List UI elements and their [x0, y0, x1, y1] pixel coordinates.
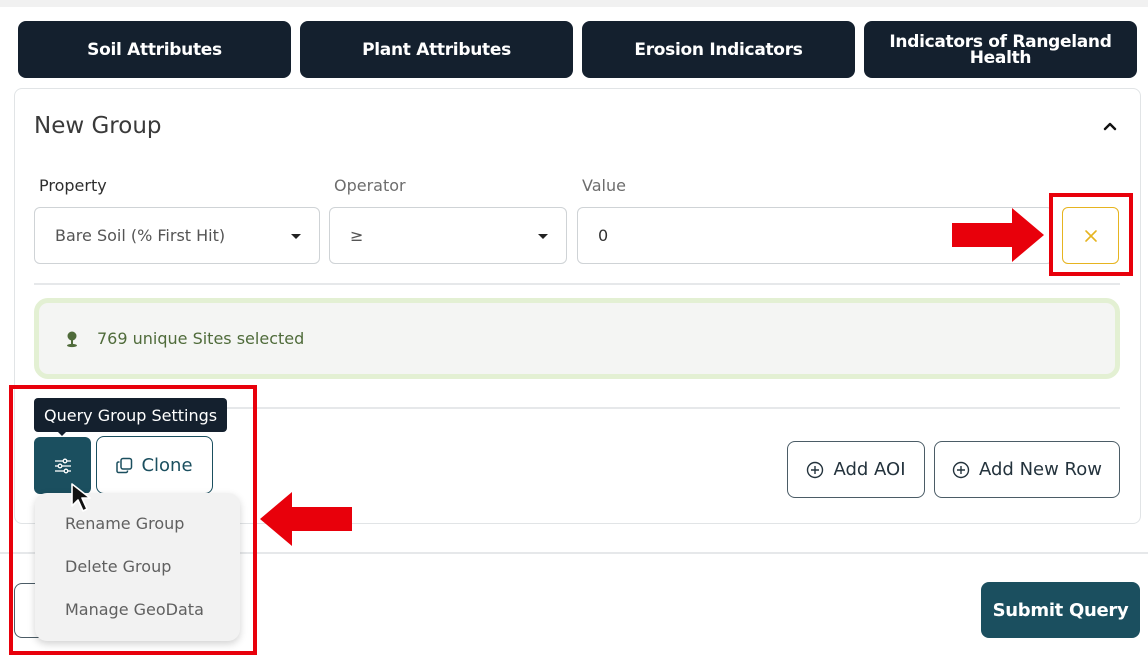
add-new-row-label: Add New Row	[979, 459, 1102, 480]
add-new-row-button[interactable]: Add New Row	[934, 441, 1120, 498]
property-selected-value: Bare Soil (% First Hit)	[55, 226, 226, 245]
tab-label: Soil Attributes	[87, 39, 222, 60]
property-select[interactable]: Bare Soil (% First Hit)	[34, 207, 320, 264]
tab-erosion-indicators[interactable]: Erosion Indicators	[582, 21, 855, 78]
dropdown-caret-icon	[291, 234, 301, 239]
divider	[34, 283, 1120, 285]
tab-rangeland-health[interactable]: Indicators of Rangeland Health	[864, 21, 1137, 78]
operator-selected-value: ≥	[350, 226, 364, 245]
annotation-arrow-left-icon	[260, 492, 352, 546]
sites-count-text: 769 unique Sites selected	[97, 329, 305, 348]
collapse-button[interactable]	[1096, 112, 1124, 140]
submit-query-label: Submit Query	[992, 599, 1129, 621]
tab-label: Indicators of Rangeland Health	[889, 31, 1112, 68]
annotation-arrow-right-icon	[952, 208, 1044, 262]
add-aoi-button[interactable]: Add AOI	[787, 441, 925, 498]
chevron-up-icon	[1103, 122, 1117, 131]
annotation-highlight-box	[9, 385, 257, 655]
group-title: New Group	[34, 113, 162, 139]
operator-label: Operator	[334, 176, 406, 195]
map-pin-icon	[67, 331, 77, 347]
plus-circle-icon	[952, 461, 970, 478]
dropdown-caret-icon	[538, 234, 548, 239]
tab-label: Erosion Indicators	[634, 39, 803, 60]
value-label: Value	[582, 176, 626, 195]
tab-label: Plant Attributes	[362, 39, 511, 60]
top-strip	[0, 0, 1148, 7]
operator-select[interactable]: ≥	[329, 207, 567, 264]
sites-selected-banner: 769 unique Sites selected	[34, 298, 1120, 379]
value-input-text: 0	[598, 226, 609, 245]
tab-plant-attributes[interactable]: Plant Attributes	[300, 21, 573, 78]
plus-circle-icon	[807, 461, 824, 478]
add-aoi-label: Add AOI	[833, 459, 906, 480]
tab-soil-attributes[interactable]: Soil Attributes	[18, 21, 291, 78]
annotation-highlight-box	[1049, 193, 1133, 276]
property-label: Property	[39, 176, 107, 195]
submit-query-button[interactable]: Submit Query	[981, 582, 1140, 638]
